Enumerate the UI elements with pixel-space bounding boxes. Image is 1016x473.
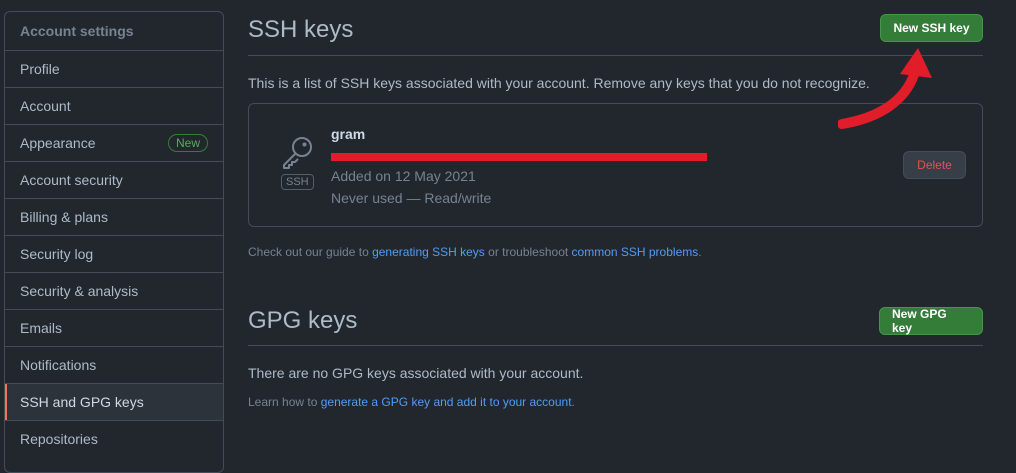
sidebar-item-profile[interactable]: Profile <box>5 50 223 87</box>
sidebar-item-label: Security log <box>20 246 94 262</box>
sidebar-item-label: Security & analysis <box>20 283 139 299</box>
sidebar-item-account-security[interactable]: Account security <box>5 161 223 198</box>
sidebar-item-label: Profile <box>20 61 60 77</box>
ssh-guide-prefix: Check out our guide to <box>248 245 373 259</box>
gpg-empty-text: There are no GPG keys associated with yo… <box>248 365 584 381</box>
new-badge: New <box>167 134 208 152</box>
gpg-learn-suffix: . <box>571 395 575 409</box>
settings-sidebar: Account settings Profile Account Appeara… <box>4 11 224 473</box>
ssh-key-usage: Never used — Read/write <box>331 190 492 206</box>
ssh-guide-note: Check out our guide to generating SSH ke… <box>248 245 702 259</box>
sidebar-item-emails[interactable]: Emails <box>5 309 223 346</box>
ssh-description: This is a list of SSH keys associated wi… <box>248 75 870 91</box>
ssh-guide-suffix: . <box>698 245 702 259</box>
gpg-section-header: GPG keys New GPG key <box>248 296 983 346</box>
generate-gpg-key-link[interactable]: generate a GPG key and add it to your ac… <box>321 395 572 409</box>
sidebar-item-ssh-gpg-keys[interactable]: SSH and GPG keys <box>5 383 223 420</box>
sidebar-item-label: Appearance <box>20 135 96 151</box>
sidebar-item-account[interactable]: Account <box>5 87 223 124</box>
sidebar-item-repositories[interactable]: Repositories <box>5 420 223 457</box>
sidebar-item-notifications[interactable]: Notifications <box>5 346 223 383</box>
gpg-learn-prefix: Learn how to <box>248 395 321 409</box>
sidebar-item-label: Billing & plans <box>20 209 108 225</box>
sidebar-item-security-log[interactable]: Security log <box>5 235 223 272</box>
gpg-keys-title: GPG keys <box>248 306 358 334</box>
sidebar-item-label: SSH and GPG keys <box>20 394 144 410</box>
sidebar-item-security-analysis[interactable]: Security & analysis <box>5 272 223 309</box>
red-arrow-annotation <box>838 48 932 129</box>
delete-ssh-key-button[interactable]: Delete <box>903 151 966 179</box>
ssh-key-name: gram <box>331 126 366 142</box>
generating-ssh-keys-link[interactable]: generating SSH keys <box>372 245 485 259</box>
ssh-type-label: SSH <box>281 174 314 190</box>
sidebar-header: Account settings <box>20 23 134 39</box>
new-ssh-key-button[interactable]: New SSH key <box>880 13 983 42</box>
key-icon <box>280 135 316 174</box>
new-gpg-key-button[interactable]: New GPG key <box>879 306 983 335</box>
sidebar-item-label: Emails <box>20 320 63 336</box>
sidebar-item-label: Repositories <box>20 431 98 447</box>
ssh-key-added-date: Added on 12 May 2021 <box>331 168 476 184</box>
sidebar-item-label: Account <box>20 98 71 114</box>
sidebar-item-label: Notifications <box>20 357 97 373</box>
redaction-mark <box>331 153 707 161</box>
common-ssh-problems-link[interactable]: common SSH problems <box>572 245 699 259</box>
ssh-guide-middle: or troubleshoot <box>484 245 572 259</box>
sidebar-item-billing[interactable]: Billing & plans <box>5 198 223 235</box>
ssh-keys-title: SSH keys <box>248 15 354 43</box>
sidebar-item-label: Account security <box>20 172 123 188</box>
gpg-learn-note: Learn how to generate a GPG key and add … <box>248 395 575 409</box>
sidebar-item-appearance[interactable]: Appearance New <box>5 124 223 161</box>
